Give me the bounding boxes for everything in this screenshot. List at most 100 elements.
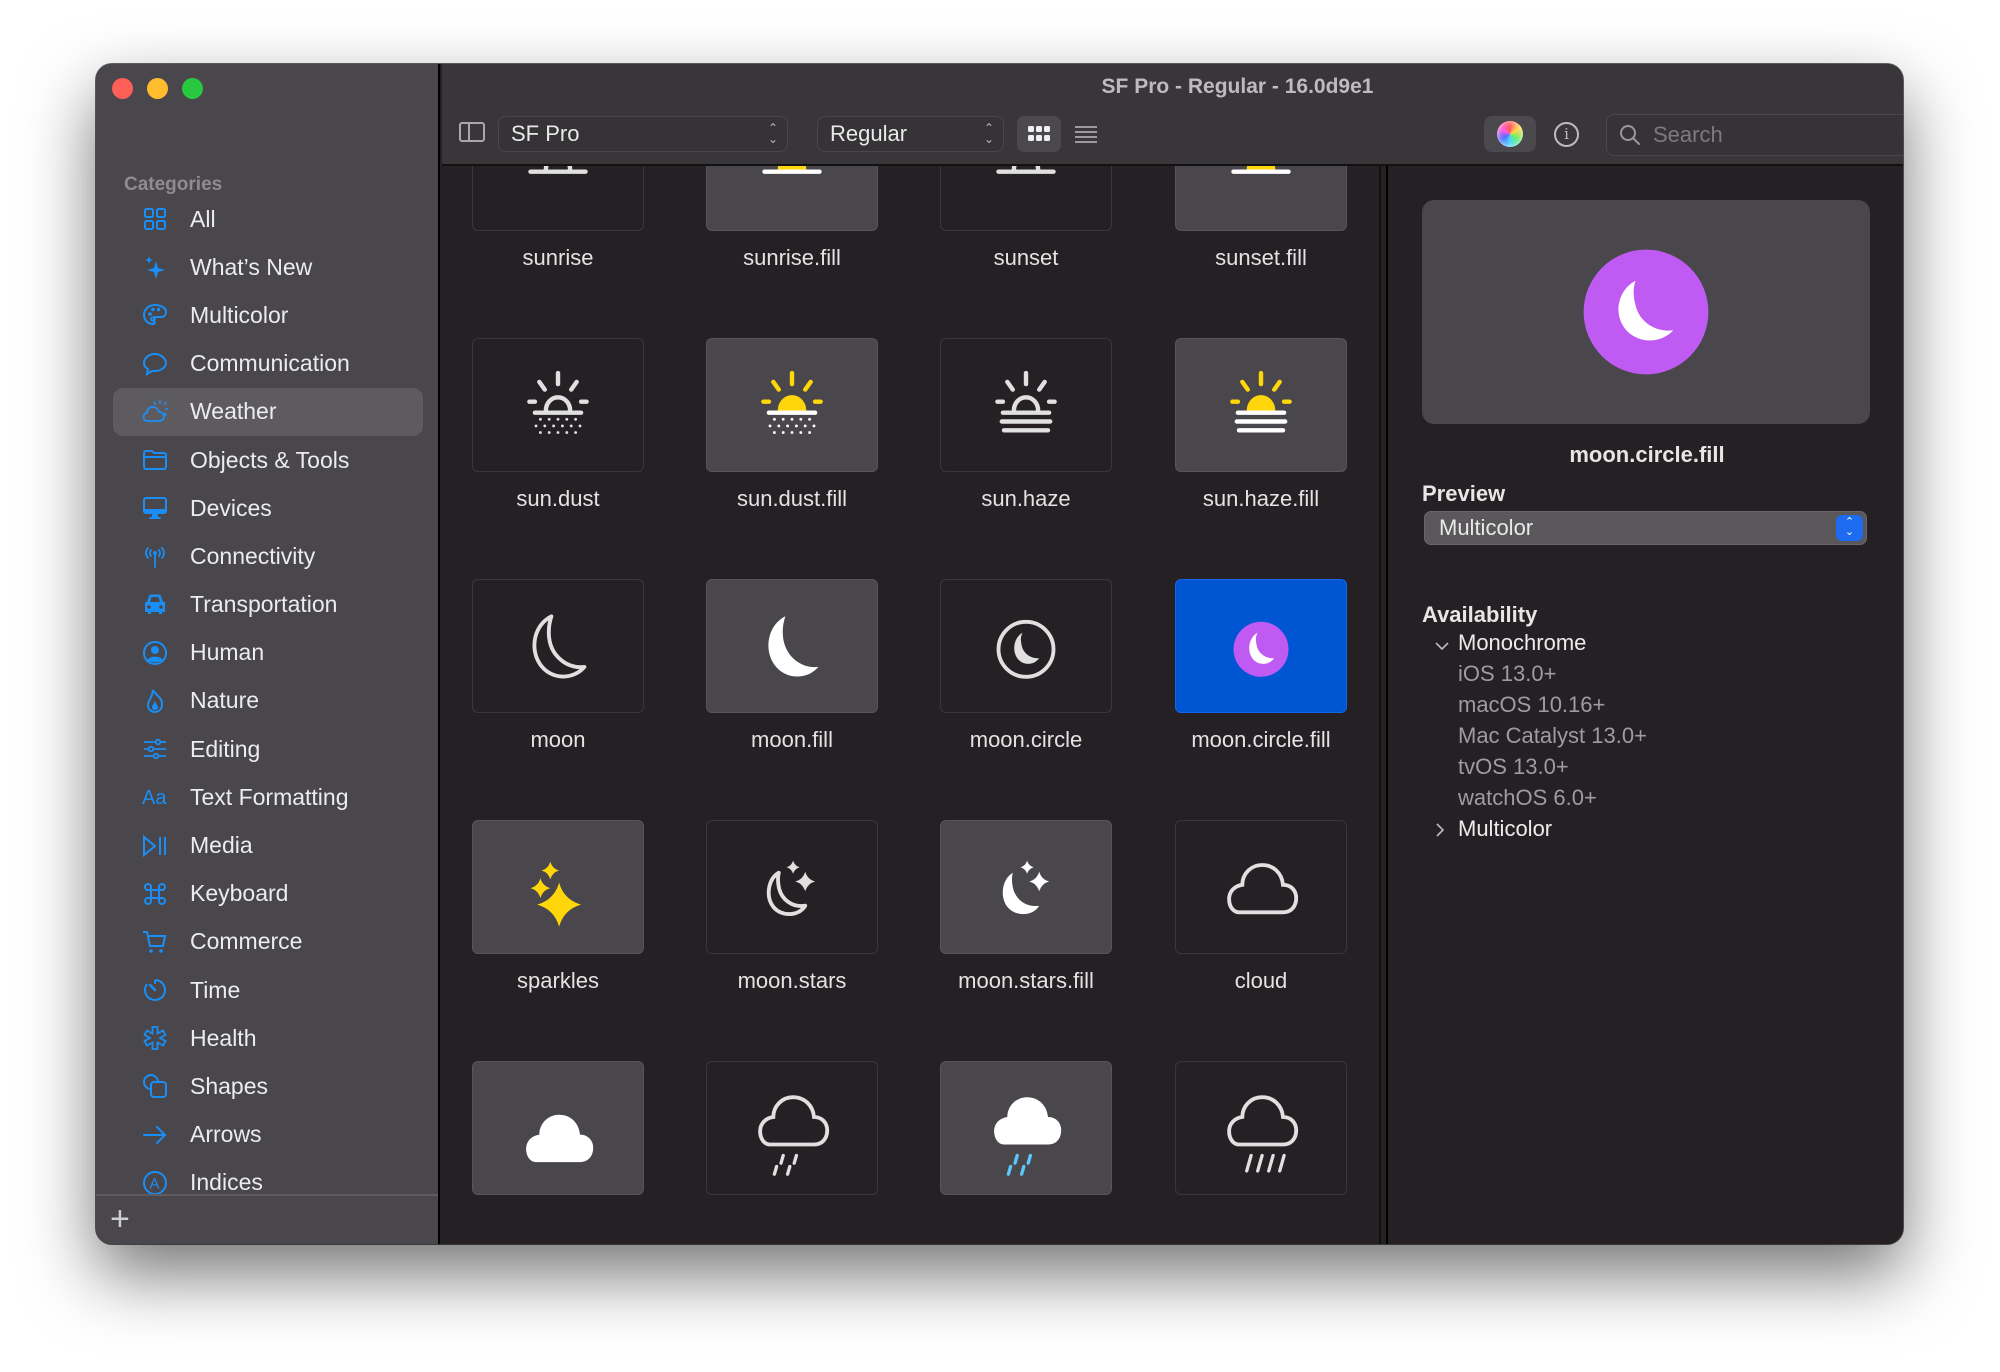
- sidebar-item-editing[interactable]: Editing: [113, 725, 423, 773]
- availability-group-label[interactable]: Multicolor: [1458, 816, 1552, 842]
- sidebar-item-indices[interactable]: A Indices: [113, 1159, 423, 1195]
- preview-mode-select[interactable]: Multicolor ⌃ ⌄: [1424, 511, 1867, 545]
- symbol-tile[interactable]: [940, 338, 1112, 472]
- list-view-button[interactable]: [1069, 116, 1103, 152]
- sidebar-item-shapes[interactable]: Shapes: [113, 1062, 423, 1110]
- sidebar-item-keyboard[interactable]: Keyboard: [113, 870, 423, 918]
- symbol-name-label: moon.fill: [751, 727, 833, 752]
- desktopcomputer-icon: [135, 495, 175, 521]
- search-input[interactable]: [1653, 122, 1903, 148]
- symbol-tile[interactable]: [706, 1061, 878, 1195]
- sun-dust-fill-icon: [761, 370, 823, 434]
- symbol-tile[interactable]: [706, 166, 878, 231]
- symbol-tile[interactable]: [706, 820, 878, 954]
- arrow-right-icon: [135, 1122, 175, 1148]
- sidebar-item-label: Shapes: [190, 1072, 269, 1099]
- sidebar-item-what-s-new[interactable]: What’s New: [113, 243, 423, 291]
- symbol-tile[interactable]: [1175, 1061, 1347, 1195]
- sidebar-item-weather[interactable]: Weather: [113, 387, 423, 436]
- chevron-right-icon[interactable]: [1434, 822, 1446, 843]
- sidebar-item-nature[interactable]: Nature: [113, 677, 423, 725]
- moon-stars-fill-icon: [1002, 860, 1050, 915]
- symbol-name-label: moon.circle: [969, 727, 1083, 752]
- sidebar-item-multicolor[interactable]: Multicolor: [113, 291, 423, 339]
- category-list: All What’s New Multicolor Communication Weat…: [113, 195, 423, 1195]
- cart-icon: [135, 929, 175, 955]
- minimize-window-button[interactable]: [147, 78, 168, 99]
- preview-section-title: Preview: [1422, 481, 1506, 506]
- square-grid-icon: [135, 206, 175, 232]
- symbol-tile[interactable]: [940, 820, 1112, 954]
- moon-circle-fill-icon: [1583, 249, 1709, 375]
- search-icon: [1620, 125, 1640, 145]
- toolbar: SF Pro - Regular - 16.0d9e1 SF Pro ⌃ ⌄ Re…: [442, 64, 1903, 166]
- sidebar-item-arrows[interactable]: Arrows: [113, 1111, 423, 1159]
- symbol-preview: [1422, 200, 1870, 424]
- sidebar-item-health[interactable]: Health: [113, 1014, 423, 1062]
- add-collection-button[interactable]: +: [110, 1202, 134, 1236]
- symbol-name-label: sparkles: [517, 968, 599, 993]
- divider: [1379, 166, 1381, 1244]
- font-weight-popup[interactable]: Regular ⌃ ⌄: [817, 116, 1004, 152]
- moon-circle-fill-icon: [1233, 621, 1289, 677]
- toggle-sidebar-button[interactable]: [459, 122, 485, 142]
- symbol-tile[interactable]: [472, 338, 644, 472]
- close-window-button[interactable]: [112, 78, 133, 99]
- sidebar-item-all[interactable]: All: [113, 195, 423, 243]
- sidebar-item-media[interactable]: Media: [113, 821, 423, 869]
- rendering-color-button[interactable]: [1484, 116, 1536, 152]
- sidebar-item-human[interactable]: Human: [113, 629, 423, 677]
- symbol-tile[interactable]: [1175, 166, 1347, 231]
- symbol-tile[interactable]: [472, 1061, 644, 1195]
- symbol-name-label: sun.dust: [516, 486, 600, 511]
- sunset-icon: [996, 166, 1056, 174]
- availability-group-label[interactable]: Monochrome: [1458, 630, 1586, 656]
- sun-haze-fill-icon: [1230, 370, 1292, 433]
- symbol-tile[interactable]: [1175, 579, 1347, 713]
- window-title: SF Pro - Regular - 16.0d9e1: [1101, 75, 1374, 98]
- sidebar-item-connectivity[interactable]: Connectivity: [113, 532, 423, 580]
- sidebar-item-label: Health: [190, 1024, 257, 1051]
- person-circle-icon: [135, 640, 175, 666]
- sidebar-item-label: Editing: [190, 735, 261, 762]
- symbol-tile[interactable]: [706, 579, 878, 713]
- symbol-tile[interactable]: [706, 338, 878, 472]
- symbol-tile[interactable]: [940, 166, 1112, 231]
- symbol-tile[interactable]: [1175, 820, 1347, 954]
- sidebar-item-objects-tools[interactable]: Objects & Tools: [113, 436, 423, 484]
- chevron-down-icon[interactable]: [1434, 636, 1450, 657]
- sidebar-item-transportation[interactable]: Transportation: [113, 581, 423, 629]
- symbol-tile[interactable]: [472, 166, 644, 231]
- symbol-tile[interactable]: [940, 1061, 1112, 1195]
- sidebar-item-communication[interactable]: Communication: [113, 340, 423, 388]
- search-field[interactable]: [1606, 114, 1903, 156]
- zoom-window-button[interactable]: [182, 78, 203, 99]
- sidebar-item-text-formatting[interactable]: Aa Text Formatting: [113, 773, 423, 821]
- sunrise-fill-icon: [762, 166, 822, 174]
- sidebar-item-label: Multicolor: [190, 301, 289, 328]
- symbol-name-label: sun.dust.fill: [736, 486, 848, 511]
- sidebar-item-label: Text Formatting: [190, 783, 349, 810]
- sidebar: Categories All What’s New Multicolor Commun…: [96, 64, 440, 1244]
- sidebar-item-commerce[interactable]: Commerce: [113, 918, 423, 966]
- sidebar-item-time[interactable]: Time: [113, 966, 423, 1014]
- grid-view-button[interactable]: [1017, 116, 1061, 152]
- selected-symbol-name: moon.circle.fill: [1569, 442, 1725, 467]
- symbol-tile[interactable]: [1175, 338, 1347, 472]
- cloud-drizzle-icon: [758, 1095, 830, 1176]
- sidebar-item-label: Devices: [190, 494, 272, 521]
- cloud-icon: [1227, 863, 1299, 915]
- font-family-popup[interactable]: SF Pro ⌃ ⌄: [498, 116, 788, 152]
- cloud-sun-icon: [135, 399, 175, 425]
- symbol-tile[interactable]: [472, 820, 644, 954]
- symbol-name-label: moon: [530, 727, 586, 752]
- sunset-fill-icon: [1231, 166, 1291, 174]
- sidebar-item-devices[interactable]: Devices: [113, 484, 423, 532]
- cloud-rain-icon: [1227, 1095, 1299, 1173]
- symbol-tile[interactable]: [472, 579, 644, 713]
- availability-platform: Mac Catalyst 13.0+: [1458, 723, 1647, 748]
- sidebar-item-label: Arrows: [190, 1121, 262, 1148]
- info-icon[interactable]: i: [1554, 122, 1579, 147]
- symbol-tile[interactable]: [940, 579, 1112, 713]
- availability-platform: macOS 10.16+: [1458, 692, 1606, 717]
